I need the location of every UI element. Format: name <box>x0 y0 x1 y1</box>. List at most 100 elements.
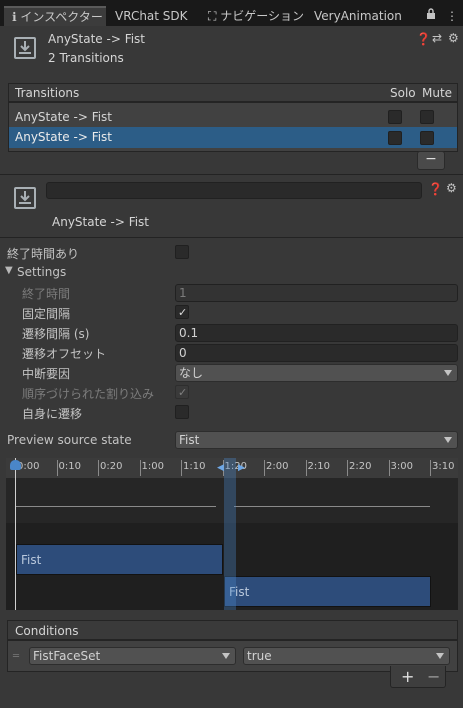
settings-foldout-label[interactable]: Settings <box>17 265 66 279</box>
ordered-interruption-checkbox: ✓ <box>175 385 189 399</box>
ruler-tick-label: 2:00 <box>266 461 289 472</box>
transition-timeline[interactable]: 0:00 0:10 0:20 1:00 1:10 1:20 2:00 2:10 2:20 3:00… <box>6 458 458 610</box>
lock-icon[interactable] <box>426 6 438 26</box>
ruler-tick-line <box>98 460 99 476</box>
dest-curve <box>234 506 430 507</box>
transitions-header-label: Transitions <box>15 86 80 100</box>
ruler-tick-label: 2:10 <box>307 461 330 472</box>
divider <box>0 174 463 175</box>
conditions-header-label: Conditions <box>15 624 79 638</box>
transition-row[interactable]: AnyState -> Fist <box>9 107 457 127</box>
settings-gear-icon[interactable]: ⚙ <box>446 181 457 195</box>
can-transition-to-self-checkbox[interactable] <box>175 405 189 419</box>
add-condition-button[interactable]: + <box>401 667 414 686</box>
chevron-down-icon <box>444 370 452 376</box>
playhead-line <box>15 458 16 610</box>
tab-inspector-label: インスペクター <box>20 10 103 24</box>
ruler-tick-label: 2:20 <box>349 461 372 472</box>
ruler-tick-line <box>56 460 58 476</box>
mute-checkbox[interactable] <box>420 131 434 145</box>
chevron-down-icon <box>222 653 230 659</box>
tab-vrchat-sdk[interactable]: VRChat SDK <box>115 6 188 26</box>
transition-name-input[interactable] <box>46 182 422 199</box>
chevron-down-icon <box>444 437 452 443</box>
preview-source-dropdown[interactable]: Fist <box>175 431 458 449</box>
transition-duration-field[interactable]: 0.1 <box>175 324 458 342</box>
fixed-duration-checkbox[interactable]: ✓ <box>175 305 189 319</box>
solo-checkbox[interactable] <box>388 131 402 145</box>
transition-offset-field[interactable]: 0 <box>175 344 458 362</box>
ordered-interruption-label: 順序づけられた割り込み <box>22 387 155 401</box>
ruler-tick-label: 0:10 <box>58 461 81 472</box>
ruler-tick-line <box>139 460 141 476</box>
interruption-source-value: なし <box>179 366 204 380</box>
has-exit-time-label: 終了時間あり <box>7 247 80 261</box>
mute-checkbox[interactable] <box>420 110 434 124</box>
transition-icon <box>14 187 36 209</box>
preview-source-label: Preview source state <box>7 433 132 447</box>
transition-offset-label: 遷移オフセット <box>22 347 107 361</box>
transition-row-label: AnyState -> Fist <box>15 110 113 124</box>
transition-end-handle-icon[interactable]: ▶ <box>238 463 245 473</box>
tab-veryanimation[interactable]: VeryAnimation <box>314 6 402 26</box>
playhead-handle-icon[interactable] <box>10 460 21 470</box>
ruler-tick-label: 0:20 <box>100 461 123 472</box>
condition-value: true <box>247 649 272 663</box>
ruler-tick-line <box>347 460 348 476</box>
tab-navigation[interactable]: ⛶ ナビゲーション <box>208 6 304 26</box>
chevron-down-icon <box>436 653 444 659</box>
mute-header-label: Mute <box>422 86 453 100</box>
source-curve <box>16 506 216 507</box>
has-exit-time-checkbox[interactable] <box>175 245 189 259</box>
header-subtitle: 2 Transitions <box>48 51 124 65</box>
can-transition-to-self-label: 自身に遷移 <box>22 407 83 421</box>
remove-condition-button[interactable]: − <box>427 667 440 686</box>
transition-row-selected[interactable]: AnyState -> Fist <box>9 127 457 148</box>
ruler-tick-label: 1:00 <box>141 461 164 472</box>
transition-duration-label: 遷移間隔 (s) <box>22 327 90 341</box>
info-icon: ℹ <box>12 10 17 24</box>
tab-bar: ℹ インスペクター VRChat SDK ⛶ ナビゲーション VeryAnima… <box>0 0 463 26</box>
ruler-tick-line <box>388 460 390 476</box>
help-icon[interactable]: ❓ <box>416 32 431 46</box>
drag-handle-icon[interactable]: ═ <box>13 651 19 662</box>
foldout-arrow-icon[interactable]: ▼ <box>5 265 13 276</box>
transitions-list-header: Transitions Solo Mute <box>8 83 458 102</box>
ruler-tick-label: 1:10 <box>183 461 206 472</box>
tab-navigation-label: ナビゲーション <box>220 9 304 23</box>
more-menu-icon[interactable]: ⋮ <box>446 6 458 26</box>
interruption-source-label: 中断要因 <box>22 367 71 381</box>
interruption-source-dropdown[interactable]: なし <box>175 364 458 382</box>
exit-time-field: 1 <box>175 284 458 302</box>
condition-parameter-dropdown[interactable]: FistFaceSet <box>29 647 236 665</box>
tab-veryanimation-label: VeryAnimation <box>314 9 402 23</box>
solo-header-label: Solo <box>390 86 416 100</box>
settings-gear-icon[interactable]: ⚙ <box>448 31 459 45</box>
tab-vrchat-sdk-label: VRChat SDK <box>115 9 188 23</box>
transition-row-label: AnyState -> Fist <box>15 130 113 144</box>
condition-value-dropdown[interactable]: true <box>243 647 450 665</box>
ruler-tick-label: 3:00 <box>390 461 413 472</box>
navigation-icon: ⛶ <box>208 9 217 23</box>
tab-inspector[interactable]: ℹ インスペクター <box>4 6 106 26</box>
dest-state-bar[interactable]: Fist <box>224 576 431 607</box>
header-title: AnyState -> Fist <box>48 32 146 46</box>
transition-title: AnyState -> Fist <box>52 215 150 229</box>
inspector-panel: AnyState -> Fist 2 Transitions ❓ ⇄ ⚙ Tra… <box>0 26 463 708</box>
transition-start-handle-icon[interactable]: ◀ <box>217 463 224 473</box>
conditions-footer: + − <box>390 666 446 688</box>
ruler-tick-line <box>430 460 431 476</box>
transition-icon <box>14 37 36 59</box>
condition-parameter-value: FistFaceSet <box>33 649 101 663</box>
remove-transition-button[interactable]: − <box>417 151 445 170</box>
exit-time-label: 終了時間 <box>22 287 71 301</box>
preview-source-value: Fist <box>179 433 200 447</box>
ruler-tick-line <box>305 460 307 476</box>
transitions-list: AnyState -> Fist AnyState -> Fist <box>8 102 458 152</box>
solo-checkbox[interactable] <box>388 110 402 124</box>
source-state-bar[interactable]: Fist <box>16 544 223 575</box>
conditions-header: Conditions <box>7 620 458 640</box>
preset-icon[interactable]: ⇄ <box>432 31 442 45</box>
help-icon[interactable]: ❓ <box>428 182 443 196</box>
transition-overlap-region[interactable] <box>224 458 236 610</box>
